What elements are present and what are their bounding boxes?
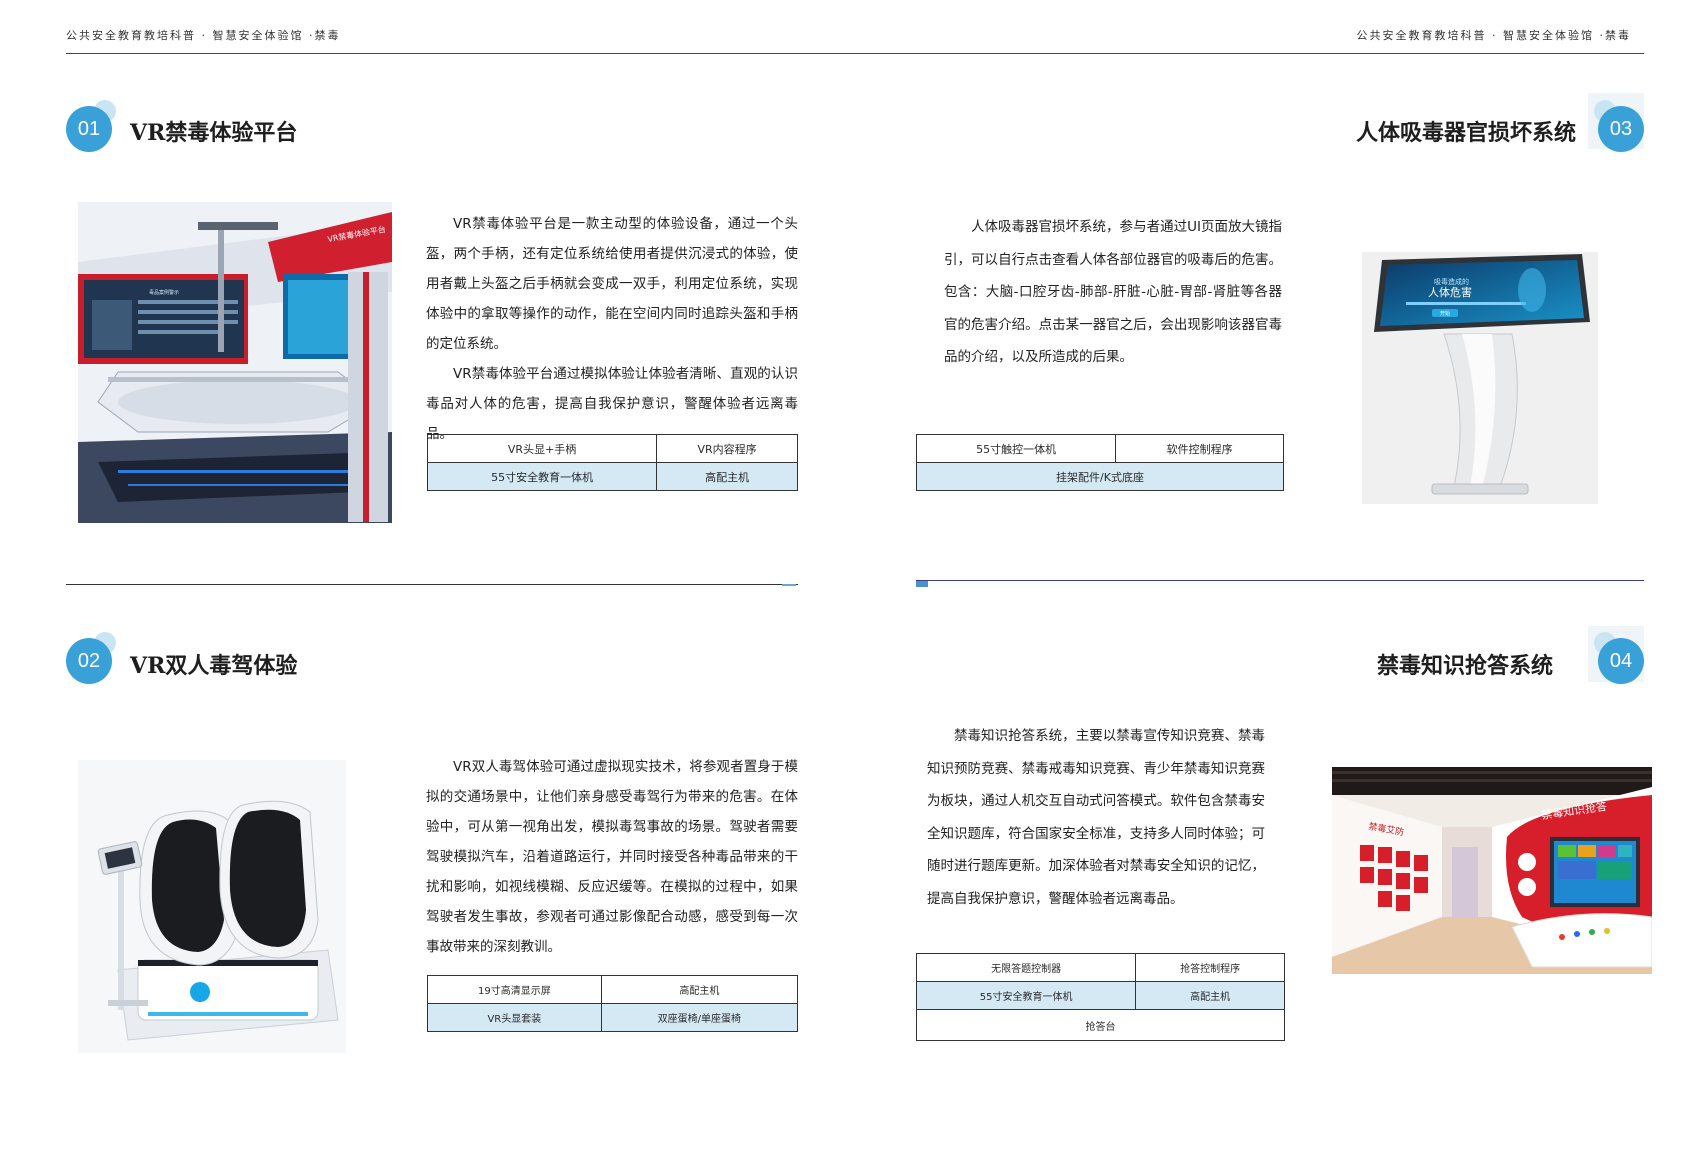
table-cell: 抢答控制程序 — [1135, 953, 1285, 982]
divider-right-tick — [916, 581, 928, 587]
table-cell: 无限答题控制器 — [915, 953, 1137, 982]
header-left: 公共安全教育教培科普 · 智慧安全体验馆 ·禁毒 — [66, 29, 341, 42]
section-number-03: 03 — [1598, 106, 1644, 152]
section-body-01: VR禁毒体验平台是一款主动型的体验设备，通过一个头盔，两个手柄，还有定位系统给使… — [426, 209, 798, 449]
divider-left-tick — [782, 584, 796, 586]
section-paragraph: 禁毒知识抢答系统，主要以禁毒宣传知识竞赛、禁毒知识预防竞赛、禁毒戒毒知识竞赛、青… — [927, 728, 1265, 907]
table-row: 抢答台 — [916, 1009, 1285, 1041]
section-paragraph: VR双人毒驾体验可通过虚拟现实技术，将参观者置身于模拟的交通场景中，让他们亲身感… — [426, 759, 798, 955]
table-cell: 挂架配件/K式底座 — [916, 462, 1284, 491]
table-cell: VR头显+手柄 — [426, 434, 658, 463]
section-number-01: 01 — [66, 106, 112, 152]
divider-right — [916, 580, 1644, 581]
vr-platform-image: VR禁毒体验平台 毒品案例警示 — [78, 202, 392, 523]
spec-table-04: 无限答题控制器 抢答控制程序 55寸安全教育一体机 高配主机 抢答台 — [915, 953, 1285, 1041]
table-cell: 软件控制程序 — [1115, 434, 1284, 463]
table-row: VR头显+手柄 VR内容程序 — [426, 434, 798, 463]
spec-table-02: 19寸高清显示屏 高配主机 VR头显套装 双座蛋椅/单座蛋椅 — [427, 975, 799, 1032]
spec-table-01: VR头显+手柄 VR内容程序 55寸安全教育一体机 高配主机 — [426, 434, 798, 491]
touch-kiosk-image: 吸毒造成的 人体危害 开始 — [1362, 252, 1598, 504]
section-body-03: 人体吸毒器官损坏系统，参与者通过UI页面放大镜指引，可以自行点击查看人体各部位器… — [944, 211, 1282, 374]
kiosk-screen-title: 人体危害 — [1428, 285, 1472, 299]
table-cell: VR头显套装 — [427, 1003, 602, 1032]
table-row: 无限答题控制器 抢答控制程序 — [915, 953, 1285, 982]
table-row: 55寸安全教育一体机 高配主机 — [426, 462, 798, 491]
section-number-02: 02 — [66, 638, 112, 684]
table-cell: 高配主机 — [1135, 981, 1285, 1010]
table-row: 19寸高清显示屏 高配主机 — [427, 975, 799, 1004]
table-cell: 55寸触控一体机 — [915, 434, 1117, 463]
section-title-04: 禁毒知识抢答系统 — [1376, 653, 1553, 679]
kiosk-screen-subtitle: 吸毒造成的 — [1434, 277, 1469, 286]
header-right: 公共安全教育教培科普 · 智慧安全体验馆 ·禁毒 — [1356, 29, 1631, 42]
section-body-04: 禁毒知识抢答系统，主要以禁毒宣传知识竞赛、禁毒知识预防竞赛、禁毒戒毒知识竞赛、青… — [927, 720, 1265, 915]
table-cell: 高配主机 — [656, 462, 798, 491]
table-cell: 抢答台 — [916, 1009, 1285, 1041]
table-row: 挂架配件/K式底座 — [916, 462, 1284, 491]
section-paragraph: 人体吸毒器官损坏系统，参与者通过UI页面放大镜指引，可以自行点击查看人体各部位器… — [944, 219, 1282, 365]
table-cell: 双座蛋椅/单座蛋椅 — [600, 1003, 799, 1032]
section-title-02: VR双人毒驾体验 — [130, 653, 298, 679]
header-rule — [66, 53, 1644, 54]
table-cell: 高配主机 — [600, 975, 799, 1004]
table-cell: VR内容程序 — [656, 434, 798, 463]
section-paragraph: VR禁毒体验平台是一款主动型的体验设备，通过一个头盔，两个手柄，还有定位系统给使… — [426, 216, 798, 352]
vr-egg-chair-image — [78, 760, 346, 1053]
kiosk-start-button-label: 开始 — [1440, 310, 1450, 317]
section-title-03: 人体吸毒器官损坏系统 — [1355, 120, 1576, 146]
table-cell: 55寸安全教育一体机 — [426, 462, 658, 491]
section-title-01: VR禁毒体验平台 — [130, 120, 298, 146]
table-row: VR头显套装 双座蛋椅/单座蛋椅 — [427, 1003, 799, 1032]
divider-left — [66, 584, 798, 585]
section-body-02: VR双人毒驾体验可通过虚拟现实技术，将参观者置身于模拟的交通场景中，让他们亲身感… — [426, 752, 798, 962]
table-cell: 55寸安全教育一体机 — [915, 981, 1137, 1010]
table-row: 55寸触控一体机 软件控制程序 — [915, 434, 1284, 463]
table-row: 55寸安全教育一体机 高配主机 — [915, 981, 1285, 1010]
image-sign-warning: 毒品案例警示 — [149, 289, 179, 296]
quiz-room-image: 禁毒艾防 禁毒知识抢答 — [1332, 767, 1652, 974]
spec-table-03: 55寸触控一体机 软件控制程序 挂架配件/K式底座 — [915, 434, 1284, 491]
section-number-04: 04 — [1598, 638, 1644, 684]
table-cell: 19寸高清显示屏 — [427, 975, 602, 1004]
